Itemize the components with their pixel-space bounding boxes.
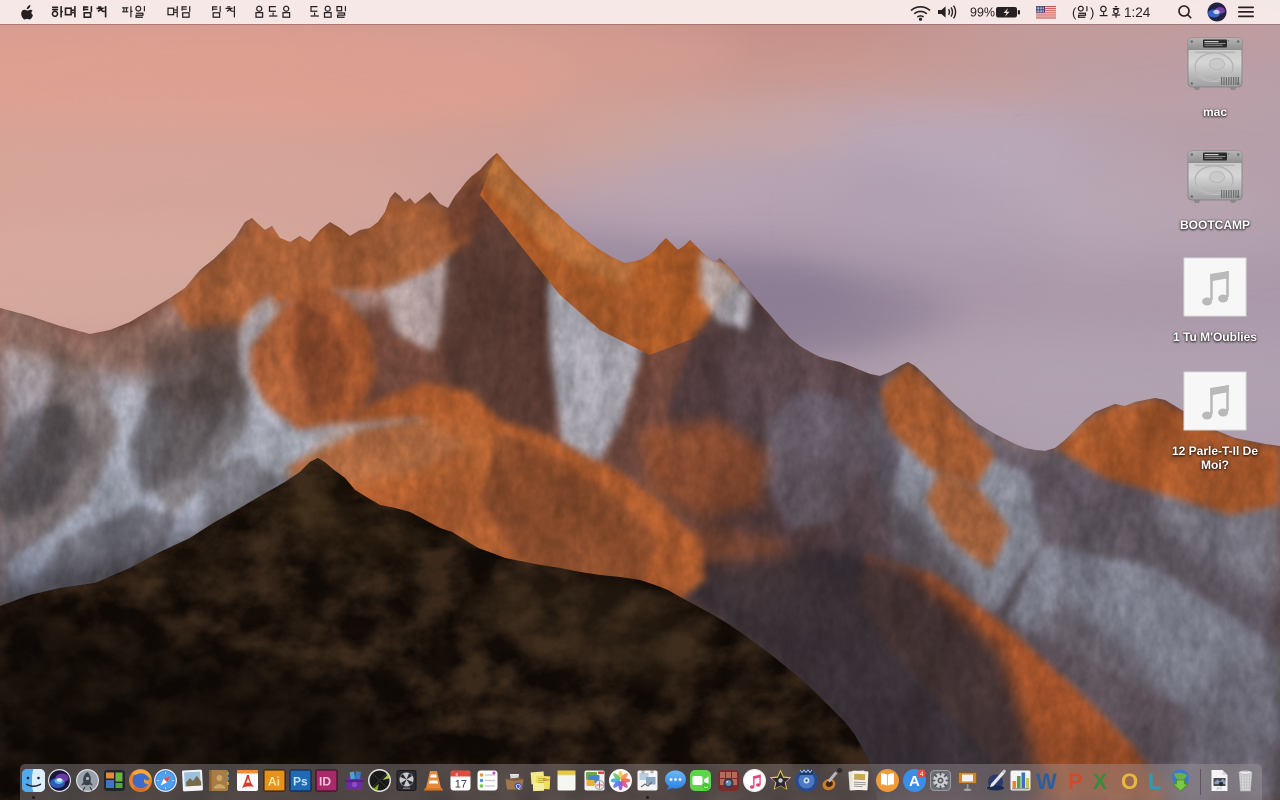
svg-text:O: O [1121,769,1138,793]
svg-text:L: L [1148,769,1161,793]
svg-text:W: W [1036,769,1057,793]
svg-text:99%: 99% [970,6,995,20]
svg-text:Ai: Ai [268,775,280,789]
svg-text:Ps: Ps [293,775,308,789]
svg-text:Q: Q [515,783,520,790]
svg-text:1:24: 1:24 [1124,5,1151,20]
svg-text:JPG: JPG [1216,787,1223,791]
svg-text:(: ( [1072,5,1077,20]
svg-text:P: P [1068,769,1083,793]
svg-text:): ) [1090,5,1094,20]
svg-text:X: X [1092,769,1107,793]
svg-text:17: 17 [454,779,466,791]
svg-text:ID: ID [319,775,331,789]
svg-text:4: 4 [920,771,924,778]
svg-text:Rem: Rem [543,778,550,782]
